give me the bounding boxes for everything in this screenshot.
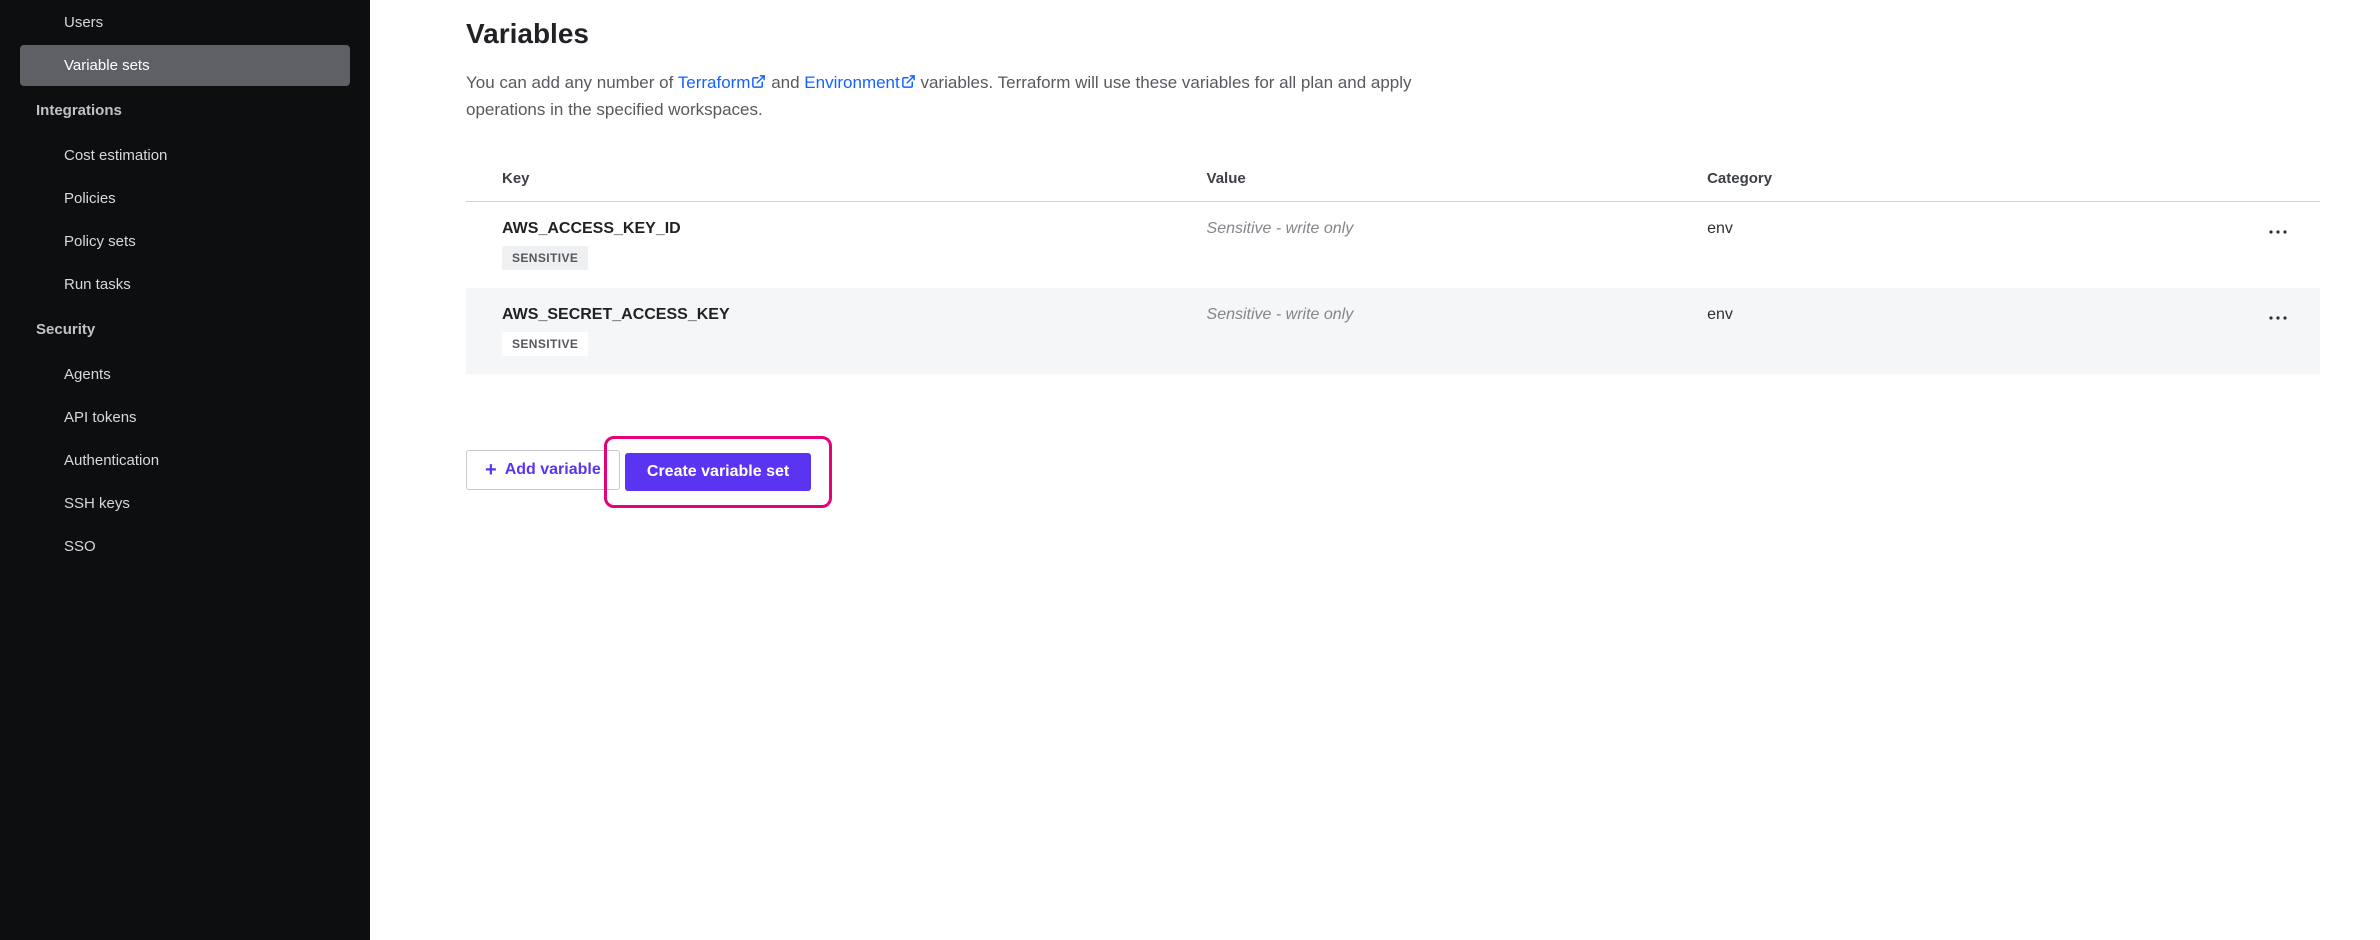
external-link-icon bbox=[901, 71, 916, 97]
main-content: Variables You can add any number of Terr… bbox=[370, 0, 2380, 940]
sidebar-item-policy-sets[interactable]: Policy sets bbox=[20, 221, 350, 262]
column-header-actions bbox=[2190, 158, 2320, 202]
sidebar-item-ssh-keys[interactable]: SSH keys bbox=[20, 483, 350, 524]
variable-category: env bbox=[1707, 306, 1733, 323]
sidebar-item-authentication[interactable]: Authentication bbox=[20, 440, 350, 481]
variable-key: AWS_ACCESS_KEY_ID bbox=[502, 220, 1151, 238]
table-row: AWS_SECRET_ACCESS_KEY SENSITIVE Sensitiv… bbox=[466, 288, 2320, 374]
column-header-value: Value bbox=[1171, 158, 1672, 202]
row-actions-menu[interactable] bbox=[2264, 220, 2292, 244]
variable-category: env bbox=[1707, 220, 1733, 237]
sensitive-badge: SENSITIVE bbox=[502, 332, 588, 356]
sidebar-item-api-tokens[interactable]: API tokens bbox=[20, 397, 350, 438]
more-horizontal-icon bbox=[2268, 315, 2288, 321]
sidebar-item-agents[interactable]: Agents bbox=[20, 354, 350, 395]
sensitive-badge: SENSITIVE bbox=[502, 246, 588, 270]
sidebar-section-integrations: Integrations bbox=[0, 88, 370, 133]
more-horizontal-icon bbox=[2268, 229, 2288, 235]
table-row: AWS_ACCESS_KEY_ID SENSITIVE Sensitive - … bbox=[466, 201, 2320, 288]
add-variable-button[interactable]: + Add variable bbox=[466, 450, 620, 490]
sidebar-item-variable-sets[interactable]: Variable sets bbox=[20, 45, 350, 86]
terraform-link[interactable]: Terraform bbox=[678, 73, 767, 92]
create-variable-set-button[interactable]: Create variable set bbox=[625, 453, 811, 491]
variables-table: Key Value Category AWS_ACCESS_KEY_ID SEN… bbox=[466, 158, 2320, 374]
environment-link[interactable]: Environment bbox=[804, 73, 915, 92]
sidebar-item-policies[interactable]: Policies bbox=[20, 178, 350, 219]
page-description: You can add any number of Terraform and … bbox=[466, 70, 1466, 124]
sidebar-section-security: Security bbox=[0, 307, 370, 352]
sidebar: Users Variable sets Integrations Cost es… bbox=[0, 0, 370, 940]
sidebar-item-cost-estimation[interactable]: Cost estimation bbox=[20, 135, 350, 176]
create-variable-set-highlight: Create variable set bbox=[604, 436, 832, 508]
variable-key: AWS_SECRET_ACCESS_KEY bbox=[502, 306, 1151, 324]
column-header-category: Category bbox=[1671, 158, 2190, 202]
description-text-mid: and bbox=[771, 73, 804, 92]
row-actions-menu[interactable] bbox=[2264, 306, 2292, 330]
sidebar-item-users[interactable]: Users bbox=[20, 2, 350, 43]
sidebar-item-sso[interactable]: SSO bbox=[20, 526, 350, 567]
variable-value: Sensitive - write only bbox=[1207, 306, 1354, 323]
add-variable-label: Add variable bbox=[505, 461, 601, 479]
plus-icon: + bbox=[485, 460, 497, 480]
sidebar-item-run-tasks[interactable]: Run tasks bbox=[20, 264, 350, 305]
column-header-key: Key bbox=[466, 158, 1171, 202]
page-title: Variables bbox=[466, 18, 2320, 50]
external-link-icon bbox=[751, 71, 766, 97]
variable-value: Sensitive - write only bbox=[1207, 220, 1354, 237]
description-text-pre: You can add any number of bbox=[466, 73, 678, 92]
